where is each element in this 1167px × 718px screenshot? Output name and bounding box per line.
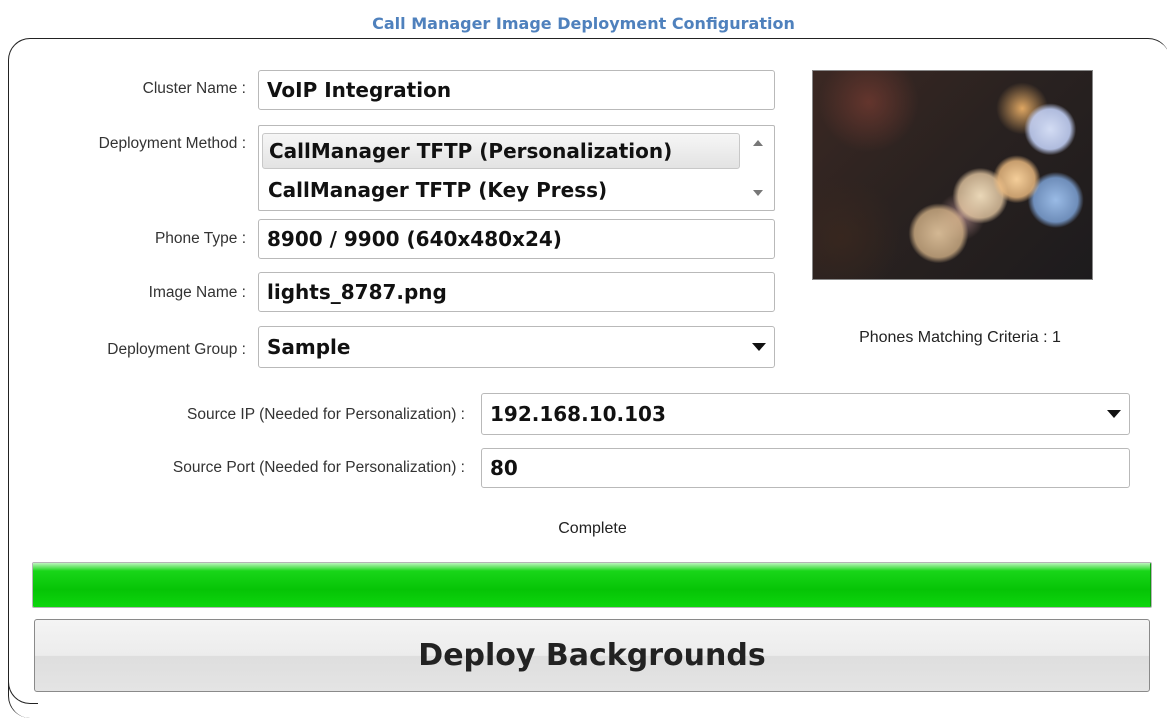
deployment-method-label: Deployment Method :	[98, 135, 246, 152]
source-ip-value: 192.168.10.103	[490, 402, 666, 426]
phones-matching-criteria: Phones Matching Criteria : 1	[859, 329, 1061, 346]
deploy-backgrounds-button[interactable]: Deploy Backgrounds	[34, 619, 1150, 692]
background-image-preview	[812, 70, 1093, 280]
source-port-field[interactable]: 80	[481, 448, 1130, 488]
cluster-name-label: Cluster Name :	[142, 80, 246, 97]
page-title: Call Manager Image Deployment Configurat…	[372, 14, 795, 33]
phone-type-field[interactable]: 8900 / 9900 (640x480x24)	[258, 219, 775, 259]
deployment-method-option-label: CallManager TFTP (Personalization)	[269, 139, 673, 163]
source-port-value: 80	[490, 456, 518, 480]
image-name-label: Image Name :	[148, 284, 246, 301]
image-name-value: lights_8787.png	[267, 280, 447, 304]
deployment-group-value: Sample	[267, 335, 351, 359]
deployment-method-scrollbar[interactable]	[744, 126, 774, 210]
source-ip-dropdown[interactable]: 192.168.10.103	[481, 393, 1130, 435]
source-ip-label: Source IP (Needed for Personalization) :	[186, 406, 465, 423]
phone-type-label: Phone Type :	[154, 230, 246, 247]
deployment-group-dropdown[interactable]: Sample	[258, 326, 775, 368]
progress-fill	[33, 563, 1151, 607]
deployment-method-option-key-press[interactable]: CallManager TFTP (Key Press)	[262, 172, 740, 208]
deployment-progress-bar	[32, 562, 1152, 608]
cluster-name-value: VoIP Integration	[267, 78, 452, 102]
status-text: Complete	[558, 520, 627, 537]
deployment-method-option-personalization[interactable]: CallManager TFTP (Personalization)	[262, 133, 740, 169]
chevron-down-icon[interactable]	[744, 327, 774, 367]
deployment-group-label: Deployment Group :	[107, 341, 246, 358]
scroll-down-arrow-icon[interactable]	[753, 190, 763, 196]
scroll-up-arrow-icon[interactable]	[753, 140, 763, 146]
phone-type-value: 8900 / 9900 (640x480x24)	[267, 227, 562, 251]
image-name-field[interactable]: lights_8787.png	[258, 272, 775, 312]
deployment-method-listbox[interactable]: CallManager TFTP (Personalization) CallM…	[258, 125, 775, 211]
cluster-name-field[interactable]: VoIP Integration	[258, 70, 775, 110]
source-port-label: Source Port (Needed for Personalization)…	[172, 459, 465, 476]
chevron-down-icon[interactable]	[1099, 394, 1129, 434]
deployment-method-option-label: CallManager TFTP (Key Press)	[268, 178, 608, 202]
